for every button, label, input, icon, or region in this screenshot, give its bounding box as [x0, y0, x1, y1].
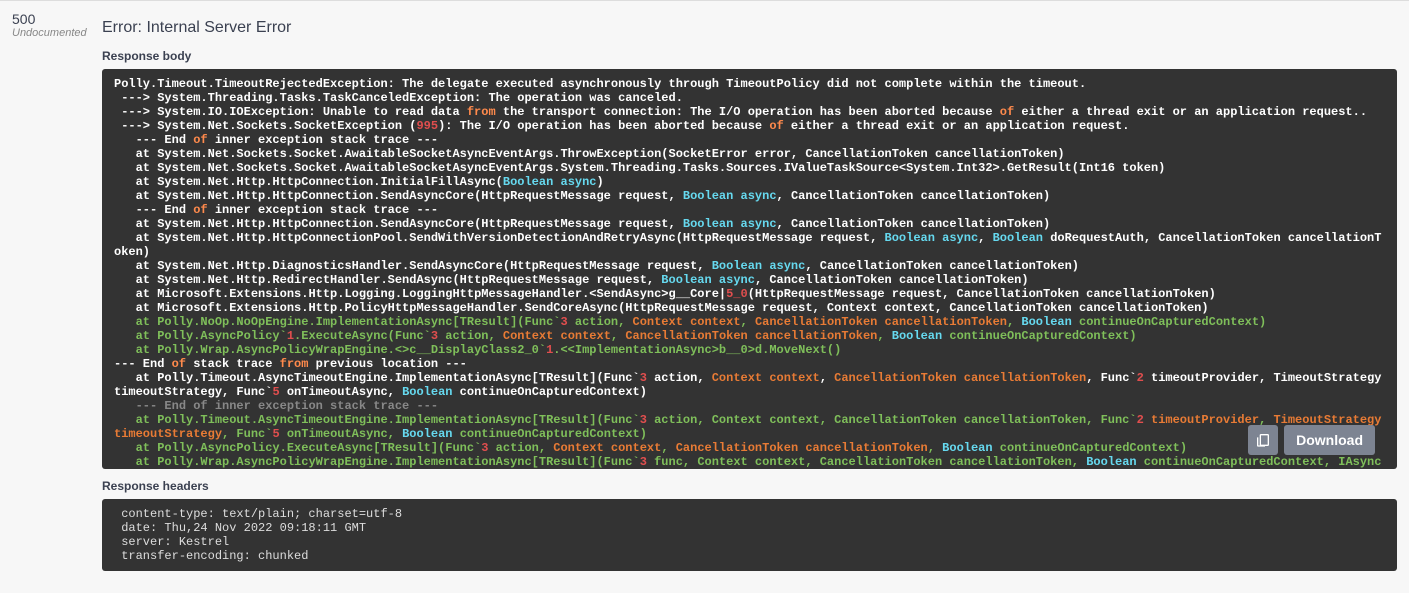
status-code: 500	[12, 11, 102, 27]
download-button[interactable]: Download	[1284, 425, 1375, 455]
response-headers-label: Response headers	[102, 479, 1397, 493]
stack-trace: Polly.Timeout.TimeoutRejectedException: …	[114, 77, 1385, 469]
response-container: 500 Undocumented Error: Internal Server …	[0, 9, 1409, 571]
copy-button[interactable]	[1248, 425, 1278, 455]
response-actions: Download	[1248, 425, 1375, 455]
response-headers-block: content-type: text/plain; charset=utf-8 …	[102, 499, 1397, 571]
response-detail: Error: Internal Server Error Response bo…	[102, 9, 1397, 571]
response-body-label: Response body	[102, 49, 1397, 63]
error-title: Error: Internal Server Error	[102, 19, 1397, 37]
response-body-block[interactable]: Polly.Timeout.TimeoutRejectedException: …	[102, 69, 1397, 469]
response-headers-text: content-type: text/plain; charset=utf-8 …	[114, 507, 1385, 563]
clipboard-icon	[1255, 432, 1271, 448]
status-column: 500 Undocumented	[12, 9, 102, 571]
status-undocumented: Undocumented	[12, 27, 102, 39]
top-divider	[0, 0, 1409, 1]
